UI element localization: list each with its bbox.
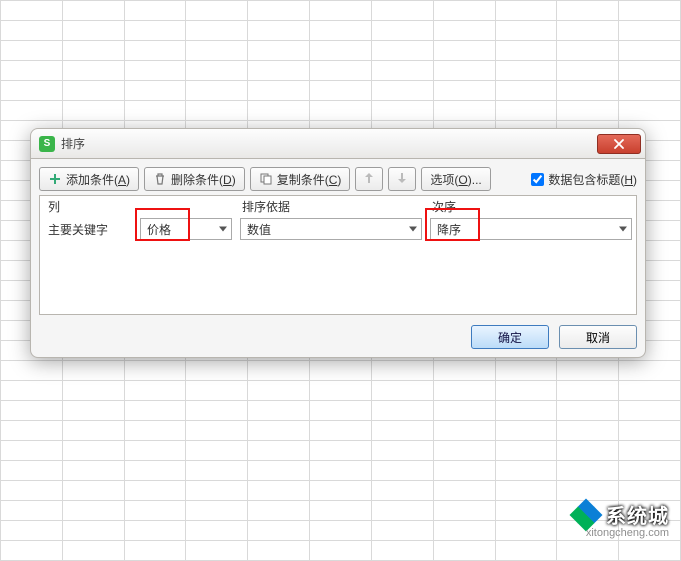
watermark-logo-icon [572, 501, 600, 529]
app-icon: S [39, 136, 55, 152]
conditions-panel: 列 排序依据 次序 主要关键字 价格 数值 降序 [39, 195, 637, 315]
condition-row: 主要关键字 价格 数值 降序 [40, 216, 636, 242]
header-basis: 排序依据 [240, 198, 430, 215]
sort-dialog: S 排序 添加条件(A) 删除条件(D) [30, 128, 646, 358]
dialog-title: 排序 [61, 135, 591, 152]
header-order: 次序 [430, 198, 640, 215]
column-select[interactable]: 价格 [140, 218, 232, 240]
panel-header: 列 排序依据 次序 [40, 196, 636, 216]
order-select-value: 降序 [437, 221, 461, 238]
cancel-button[interactable]: 取消 [559, 325, 637, 349]
header-column: 列 [46, 198, 140, 215]
options-button[interactable]: 选项(O)... [421, 167, 490, 191]
row-label: 主要关键字 [46, 221, 140, 238]
watermark-url: xitongcheng.com [586, 527, 669, 539]
basis-select-value: 数值 [247, 221, 271, 238]
chevron-down-icon [409, 227, 417, 232]
dialog-titlebar: S 排序 [30, 128, 646, 158]
ok-button[interactable]: 确定 [471, 325, 549, 349]
arrow-up-icon [364, 172, 374, 187]
header-checkbox-label[interactable]: 数据包含标题(H) [531, 171, 637, 188]
toolbar: 添加条件(A) 删除条件(D) 复制条件(C) [39, 167, 637, 191]
column-select-value: 价格 [147, 221, 171, 238]
order-select[interactable]: 降序 [430, 218, 632, 240]
chevron-down-icon [219, 227, 227, 232]
add-condition-button[interactable]: 添加条件(A) [39, 167, 139, 191]
move-down-button[interactable] [388, 167, 416, 191]
close-button[interactable] [597, 134, 641, 154]
close-icon [614, 139, 624, 149]
basis-select[interactable]: 数值 [240, 218, 422, 240]
watermark-brand: 系统城 [572, 500, 669, 529]
copy-condition-button[interactable]: 复制条件(C) [250, 167, 351, 191]
header-checkbox[interactable] [531, 173, 544, 186]
dialog-footer: 确定 取消 [39, 315, 637, 349]
chevron-down-icon [619, 227, 627, 232]
copy-icon [259, 172, 273, 186]
delete-condition-button[interactable]: 删除条件(D) [144, 167, 245, 191]
dialog-body: 添加条件(A) 删除条件(D) 复制条件(C) [30, 158, 646, 358]
arrow-down-icon [397, 172, 407, 187]
trash-icon [153, 172, 167, 186]
move-up-button[interactable] [355, 167, 383, 191]
watermark-brand-text: 系统城 [606, 500, 669, 529]
plus-icon [48, 172, 62, 186]
